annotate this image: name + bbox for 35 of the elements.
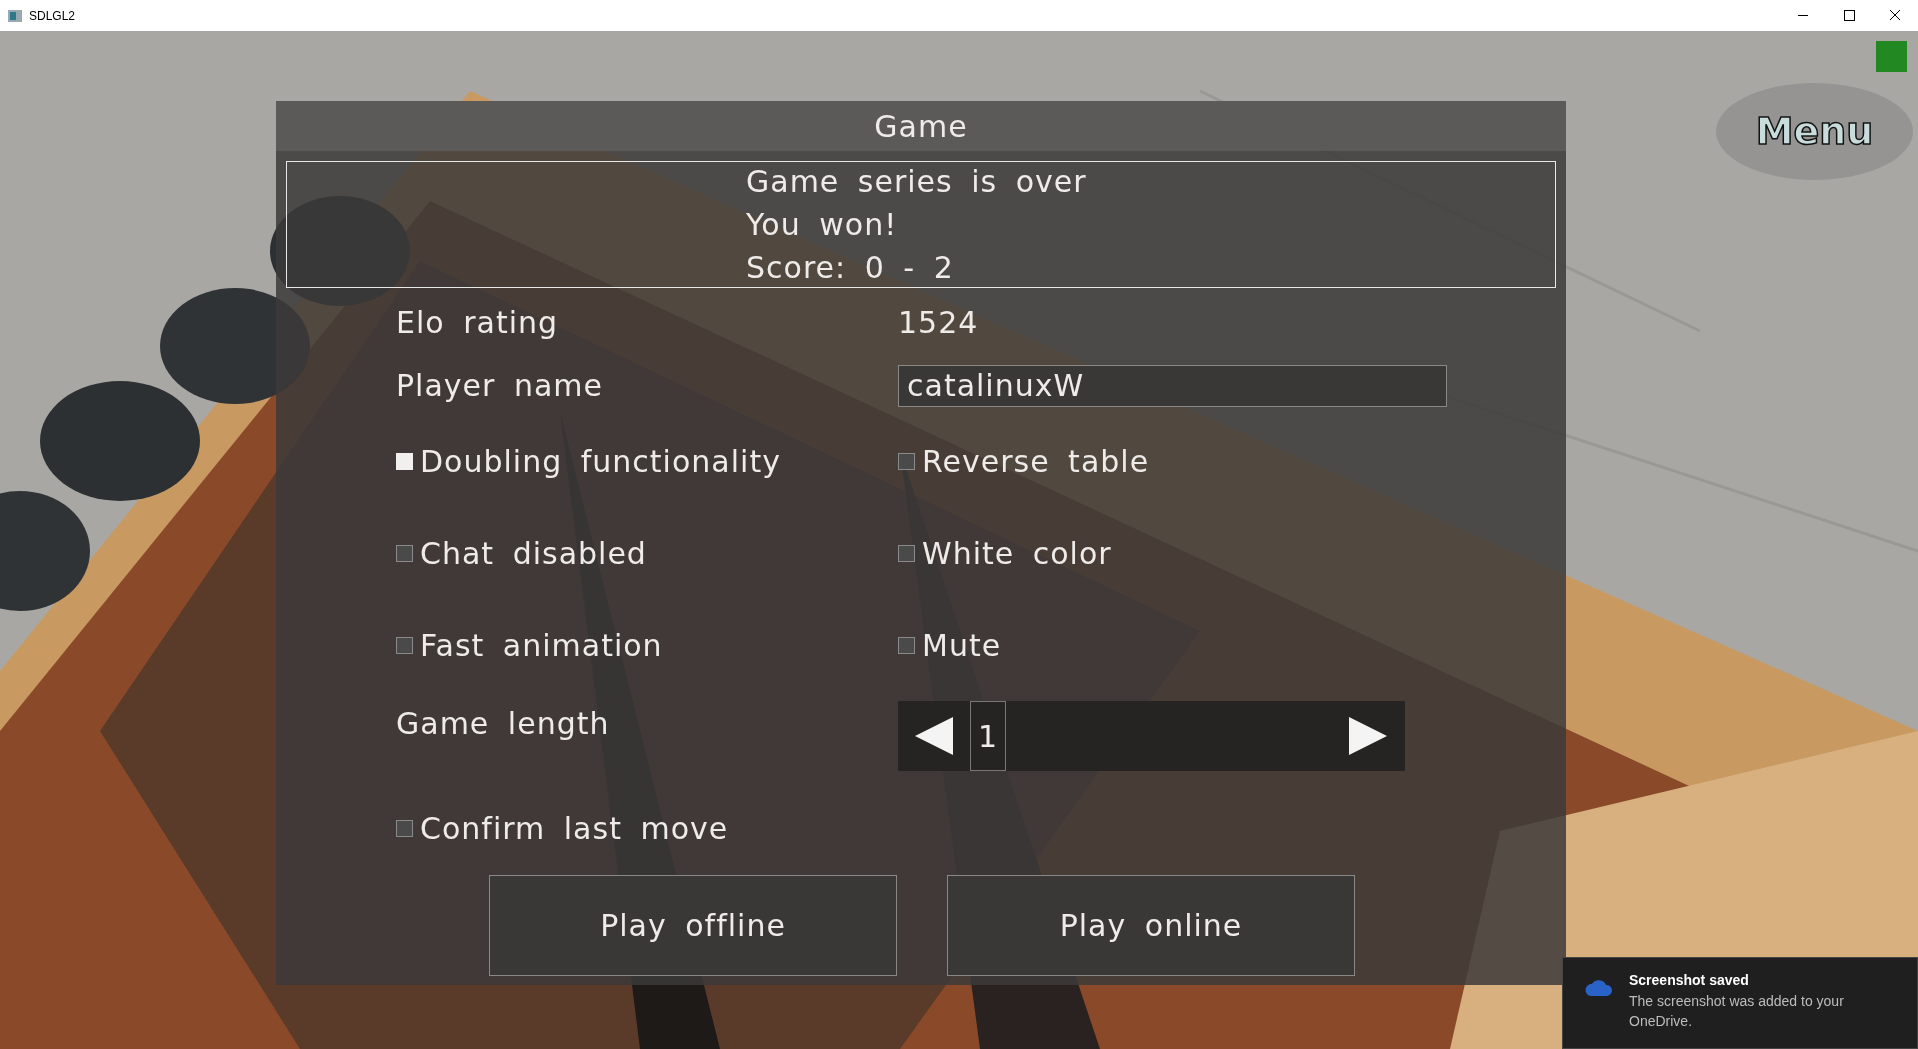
- message-line: Game series is over: [746, 163, 1088, 201]
- elo-label: Elo rating: [396, 304, 560, 342]
- status-square: [1876, 41, 1907, 72]
- checkbox[interactable]: [396, 819, 413, 837]
- play-button[interactable]: Play offline: [489, 875, 897, 976]
- checkbox-label: Confirm last move: [420, 809, 729, 848]
- app-icon: [8, 9, 22, 22]
- checkbox-label: Mute: [922, 626, 1002, 665]
- toast-message: The screenshot was added to your OneDrive.: [1629, 992, 1845, 1031]
- game-length-value: 1: [970, 701, 1006, 771]
- player-name-field[interactable]: catalinuxW: [898, 364, 1447, 407]
- game-length-spinner[interactable]: 1: [898, 701, 1405, 771]
- checkbox-label: Chat disabled: [420, 534, 647, 573]
- left-arrow-icon[interactable]: [915, 717, 953, 755]
- checkbox-label: White color: [922, 534, 1112, 573]
- game-length-label: Game length: [396, 704, 611, 743]
- cloud-icon: [1585, 978, 1613, 996]
- checkbox[interactable]: [898, 544, 915, 562]
- toast-title: Screenshot saved: [1629, 971, 1750, 990]
- dialog-title: Game: [276, 101, 1566, 151]
- checkbox-label: Fast animation: [420, 626, 663, 665]
- right-arrow-icon[interactable]: [1349, 717, 1387, 755]
- checkbox[interactable]: [898, 452, 915, 470]
- play-button[interactable]: Play online: [947, 875, 1355, 976]
- checkbox[interactable]: [396, 636, 413, 654]
- player-name-label: Player name: [396, 367, 604, 405]
- window-title: SDLGL2: [29, 7, 76, 25]
- checkbox[interactable]: [396, 544, 413, 562]
- elo-value: 1524: [898, 304, 980, 342]
- checkbox[interactable]: [898, 636, 915, 654]
- message-line: You won!: [746, 206, 899, 244]
- checkbox-label: Reverse table: [922, 442, 1150, 481]
- message-line: Score: 0 - 2: [746, 249, 955, 287]
- checkbox-label: Doubling functionality: [420, 442, 781, 481]
- checkbox[interactable]: [396, 452, 413, 470]
